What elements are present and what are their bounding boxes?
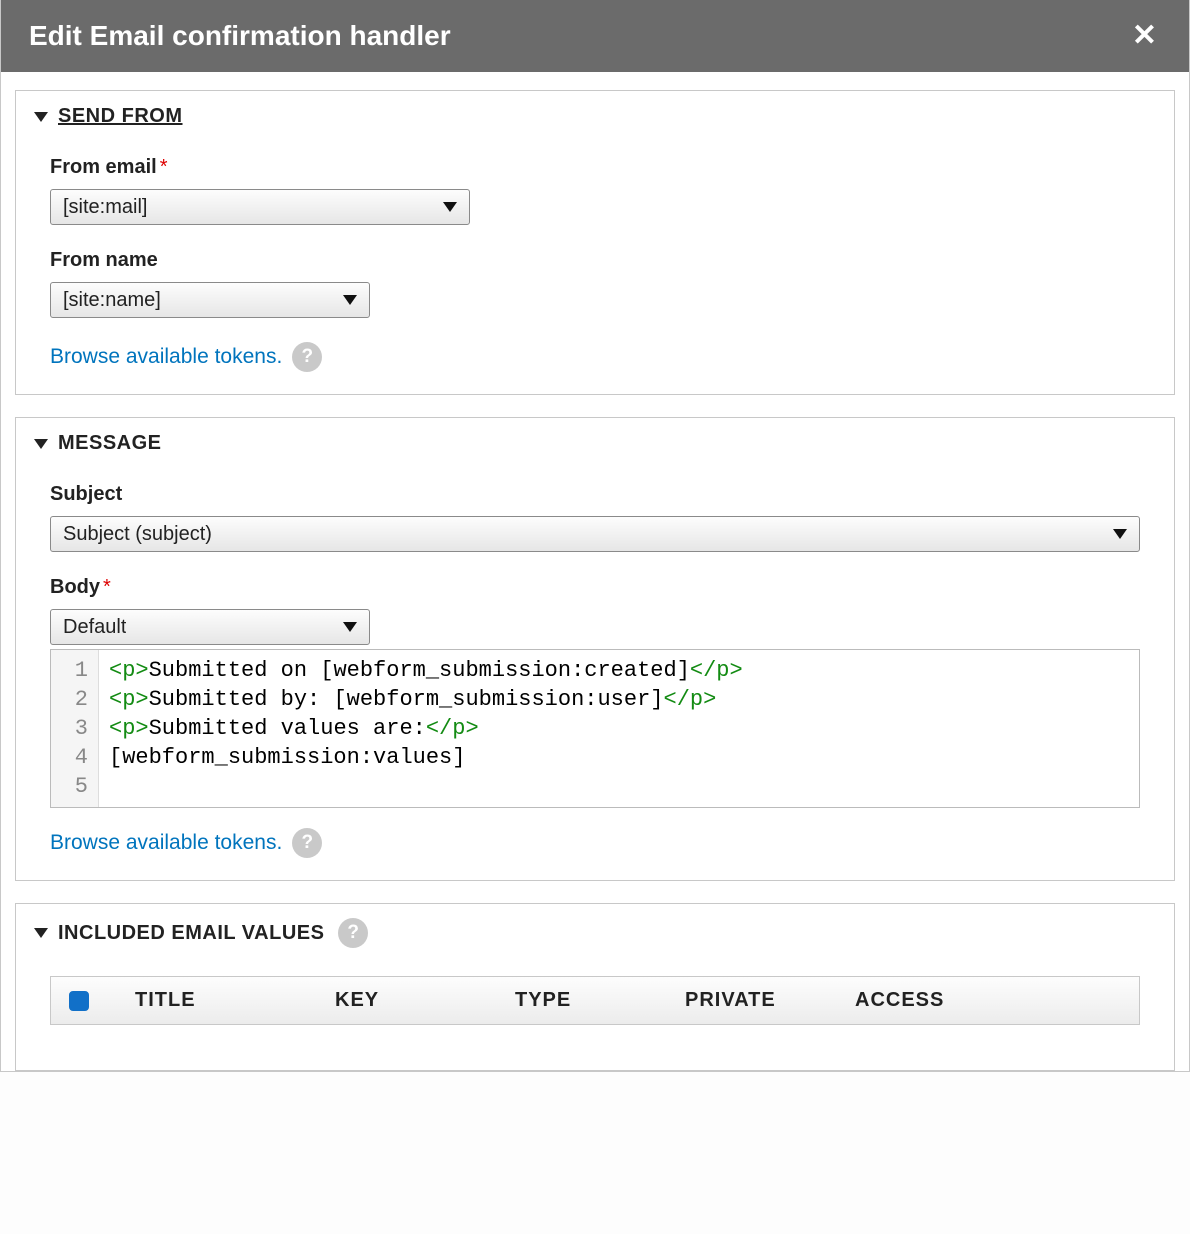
col-access: ACCESS [855,989,1005,1012]
col-title: TITLE [135,989,335,1012]
from-email-label: From email* [50,156,1140,179]
gutter-line: 3 [61,714,88,743]
col-key: KEY [335,989,515,1012]
subject-value: Subject (subject) [63,523,212,546]
select-all-checkbox[interactable] [69,991,89,1011]
body-label: Body* [50,576,1140,599]
code-line[interactable]: [webform_submission:values] [109,743,1129,772]
panel-included-values: INCLUDED EMAIL VALUES ? TITLE KEY TYPE P… [15,903,1175,1071]
section-body-send-from: From email* [site:mail] From name [site:… [34,128,1156,372]
browse-tokens-row: Browse available tokens. ? [50,342,1140,372]
field-from-name: From name [site:name] [50,249,1140,318]
gutter-line: 4 [61,743,88,772]
section-body-message: Subject Subject (subject) Body* Default [34,455,1156,858]
field-subject: Subject Subject (subject) [50,483,1140,552]
chevron-down-icon [34,112,48,122]
section-toggle-included[interactable]: INCLUDED EMAIL VALUES ? [34,918,1156,948]
code-line[interactable]: <p>Submitted by: [webform_submission:use… [109,685,1129,714]
body-editor[interactable]: 12345 <p>Submitted on [webform_submissio… [50,649,1140,808]
help-icon[interactable]: ? [338,918,368,948]
section-label: INCLUDED EMAIL VALUES [58,922,324,945]
from-name-value: [site:name] [63,289,161,312]
section-label: SEND FROM [58,105,183,128]
section-toggle-send-from[interactable]: SEND FROM [34,105,1156,128]
body-select[interactable]: Default [50,609,370,645]
modal-title: Edit Email confirmation handler [29,20,451,52]
code-line[interactable] [109,772,1129,801]
help-icon[interactable]: ? [292,342,322,372]
from-name-select[interactable]: [site:name] [50,282,370,318]
gutter-line: 1 [61,656,88,685]
edit-handler-modal: Edit Email confirmation handler ✕ SEND F… [0,0,1190,1072]
table-header-row: TITLE KEY TYPE PRIVATE ACCESS [50,976,1140,1025]
included-values-table: TITLE KEY TYPE PRIVATE ACCESS [34,948,1156,1025]
gutter-line: 5 [61,772,88,801]
browse-tokens-link[interactable]: Browse available tokens. [50,345,282,369]
from-email-value: [site:mail] [63,196,147,219]
chevron-down-icon [343,622,357,632]
from-email-select[interactable]: [site:mail] [50,189,470,225]
panel-send-from: SEND FROM From email* [site:mail] From n… [15,90,1175,395]
editor-code[interactable]: <p>Submitted on [webform_submission:crea… [99,650,1139,807]
field-from-email: From email* [site:mail] [50,156,1140,225]
col-type: TYPE [515,989,685,1012]
chevron-down-icon [34,928,48,938]
code-line[interactable]: <p>Submitted values are:</p> [109,714,1129,743]
panel-message: MESSAGE Subject Subject (subject) Body* … [15,417,1175,881]
subject-label: Subject [50,483,1140,506]
body-select-value: Default [63,616,126,639]
gutter-line: 2 [61,685,88,714]
section-toggle-message[interactable]: MESSAGE [34,432,1156,455]
editor-gutter: 12345 [51,650,99,807]
browse-tokens-row: Browse available tokens. ? [50,828,1140,858]
subject-select[interactable]: Subject (subject) [50,516,1140,552]
modal-header: Edit Email confirmation handler ✕ [1,0,1189,72]
close-icon[interactable]: ✕ [1128,21,1161,51]
chevron-down-icon [1113,529,1127,539]
chevron-down-icon [443,202,457,212]
field-body: Body* Default 12345 <p>Submitted on [web… [50,576,1140,808]
col-private: PRIVATE [685,989,855,1012]
help-icon[interactable]: ? [292,828,322,858]
chevron-down-icon [343,295,357,305]
chevron-down-icon [34,439,48,449]
section-label: MESSAGE [58,432,162,455]
browse-tokens-link[interactable]: Browse available tokens. [50,831,282,855]
modal-body: SEND FROM From email* [site:mail] From n… [1,72,1189,1071]
code-line[interactable]: <p>Submitted on [webform_submission:crea… [109,656,1129,685]
from-name-label: From name [50,249,1140,272]
